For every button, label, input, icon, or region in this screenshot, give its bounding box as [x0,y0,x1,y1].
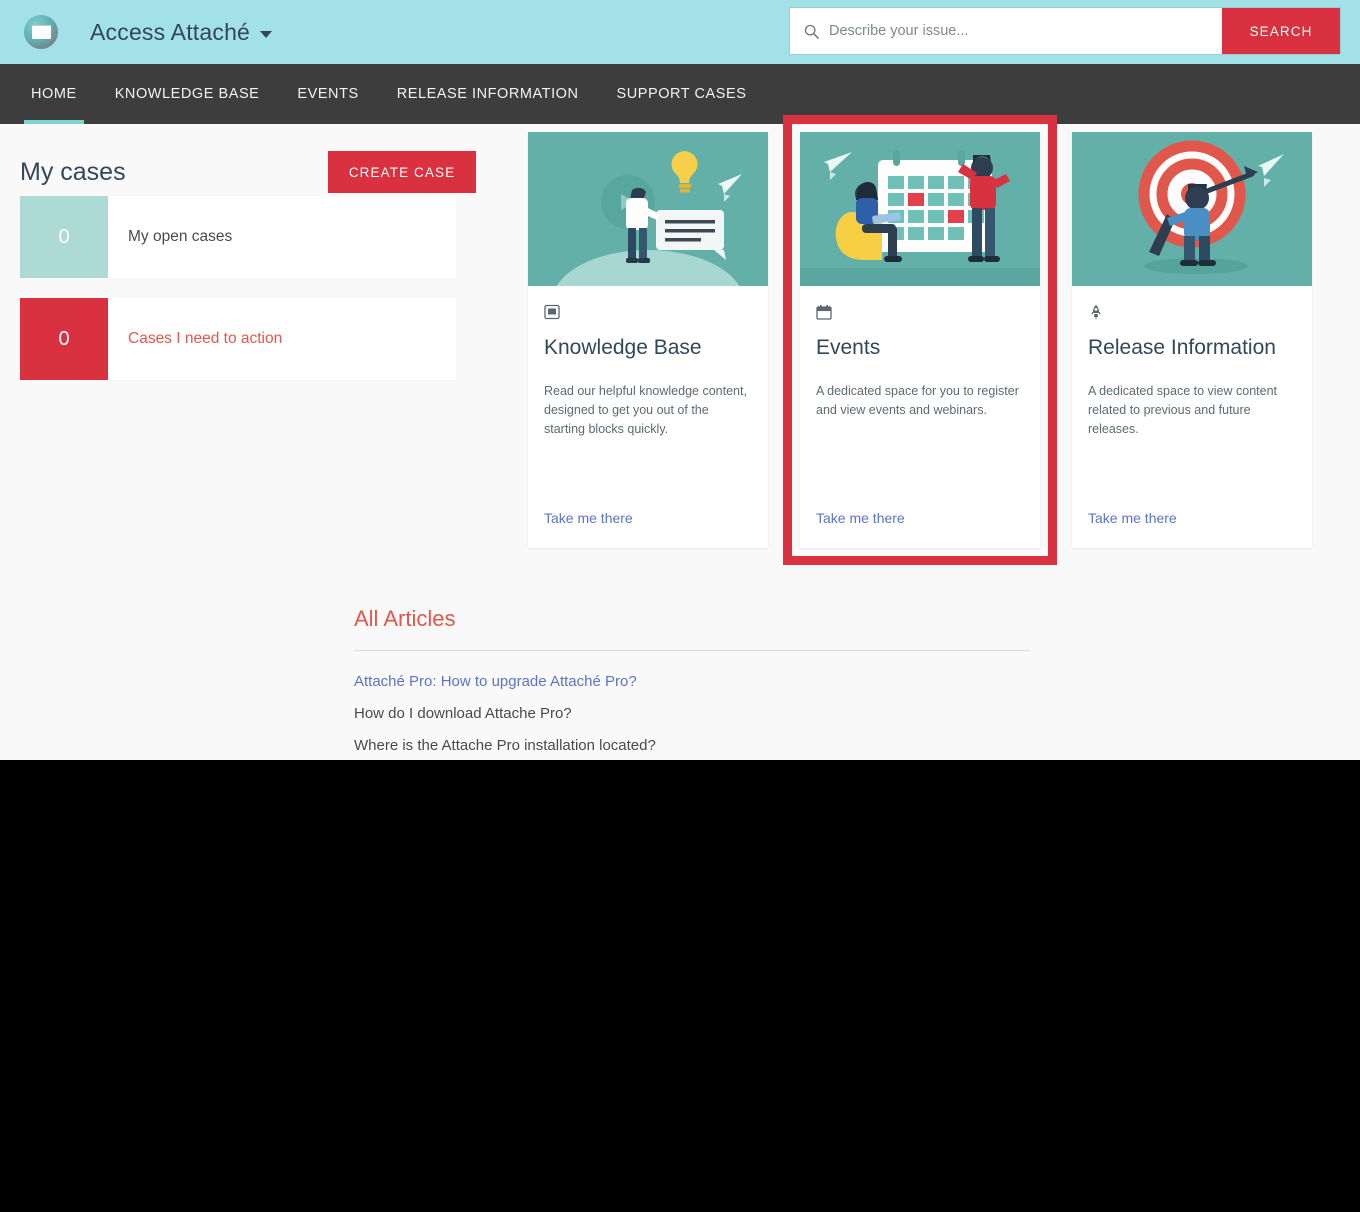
person-with-lightbulb-illustration [528,132,768,286]
article-list-item[interactable]: How do I download Attache Pro? [354,705,1030,722]
page-title: My cases [20,157,126,186]
main-navigation: HOME KNOWLEDGE BASE EVENTS RELEASE INFOR… [0,64,1360,124]
rocket-icon [1088,304,1296,324]
feature-cards: Knowledge Base Read our helpful knowledg… [528,115,1312,565]
my-cases-header: My cases CREATE CASE [0,148,500,196]
chevron-down-icon [260,30,273,38]
access-attache-logo-icon[interactable] [24,15,58,49]
nav-item-home[interactable]: HOME [12,64,96,124]
nav-item-support-cases[interactable]: SUPPORT CASES [598,64,766,124]
take-me-there-link[interactable]: Take me there [528,510,768,548]
nav-label: KNOWLEDGE BASE [114,86,260,102]
brand-label: Access Attaché [90,18,251,45]
nav-label: EVENTS [297,86,359,102]
take-me-there-link[interactable]: Take me there [800,510,1040,548]
create-case-button[interactable]: CREATE CASE [328,151,476,193]
nav-label: HOME [31,86,77,102]
card-description: A dedicated space to view content relate… [1088,384,1278,436]
blackout-area [0,760,1360,1212]
action-cases-count: 0 [20,298,108,380]
case-row-open[interactable]: 0 My open cases [20,196,456,278]
people-with-calendar-illustration [800,132,1040,286]
calendar-icon [816,304,1024,324]
nav-label: SUPPORT CASES [616,86,747,102]
nav-item-events[interactable]: EVENTS [278,64,377,124]
card-release-information[interactable]: Release Information A dedicated space to… [1072,132,1312,548]
action-cases-label: Cases I need to action [128,330,283,347]
search-input[interactable] [829,23,1208,39]
open-cases-count: 0 [20,196,108,278]
take-me-there-link[interactable]: Take me there [1072,510,1312,548]
case-row-action[interactable]: 0 Cases I need to action [20,298,456,380]
card-title: Events [816,336,881,359]
card-body: Knowledge Base Read our helpful knowledg… [528,286,768,510]
site-header: Access Attaché SEARCH [0,0,1360,64]
nav-item-knowledge-base[interactable]: KNOWLEDGE BASE [96,64,279,124]
card-description: Read our helpful knowledge content, desi… [544,384,747,436]
article-featured-link[interactable]: Attaché Pro: How to upgrade Attaché Pro? [354,673,1030,690]
card-body: Release Information A dedicated space to… [1072,286,1312,510]
search-icon [804,24,819,39]
search-field[interactable] [790,8,1222,54]
card-events[interactable]: Events A dedicated space for you to regi… [783,115,1057,565]
person-with-target-illustration [1072,132,1312,286]
book-icon [544,304,752,324]
card-knowledge-base[interactable]: Knowledge Base Read our helpful knowledg… [528,132,768,548]
nav-item-release-information[interactable]: RELEASE INFORMATION [378,64,598,124]
card-title: Knowledge Base [544,336,702,359]
open-cases-label: My open cases [128,228,233,245]
nav-label: RELEASE INFORMATION [396,86,579,102]
card-description: A dedicated space for you to register an… [816,384,1019,417]
search-bar: SEARCH [790,8,1340,54]
all-articles-heading: All Articles [354,606,1030,651]
search-button[interactable]: SEARCH [1222,8,1340,54]
all-articles-section: All Articles Attaché Pro: How to upgrade… [354,606,1030,754]
article-list-item[interactable]: Where is the Attache Pro installation lo… [354,737,1030,754]
my-cases-panel: My cases CREATE CASE 0 My open cases 0 C… [0,148,500,380]
card-body: Events A dedicated space for you to regi… [800,286,1040,510]
card-title: Release Information [1088,336,1276,359]
brand-menu[interactable]: Access Attaché [90,18,273,46]
page-viewport: Access Attaché SEARCH HOME KNOWLEDGE BAS… [0,0,1360,760]
